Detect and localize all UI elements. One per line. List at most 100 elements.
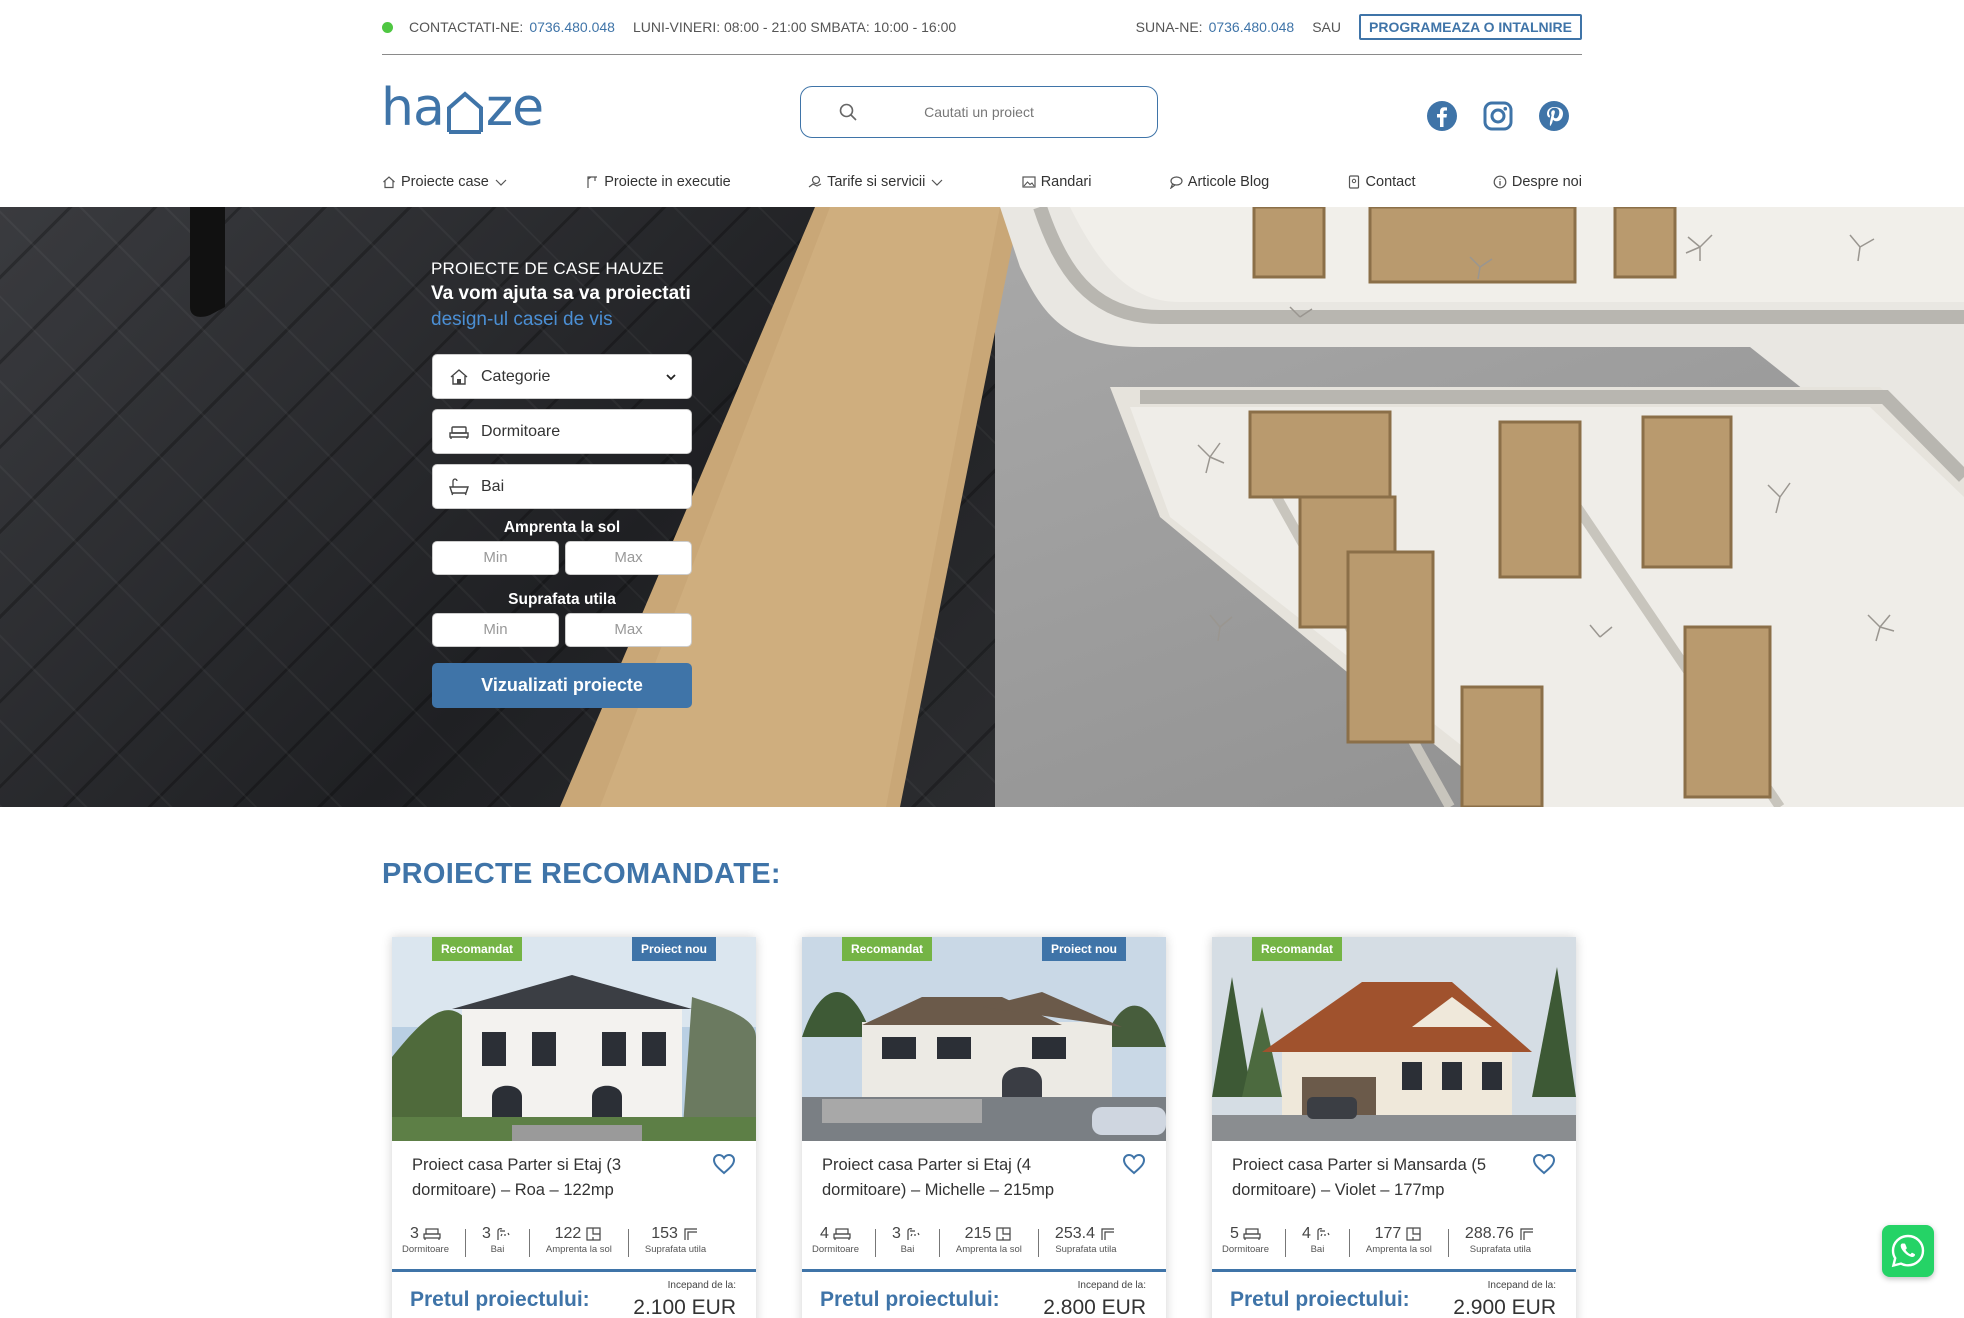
- usable-area-range: Min Max: [432, 613, 692, 647]
- project-title[interactable]: Proiect casa Parter si Etaj (4 dormitoar…: [802, 1141, 1166, 1219]
- pinterest-icon[interactable]: [1538, 100, 1570, 132]
- stat-baths: 3 Bai: [892, 1225, 923, 1255]
- stat-baths: 3 Bai: [482, 1225, 513, 1255]
- nav-item-proiecte-case[interactable]: Proiecte case: [382, 174, 508, 190]
- nav-item-randari[interactable]: Randari: [1022, 174, 1092, 190]
- project-title[interactable]: Proiect casa Parter si Etaj (3 dormitoar…: [392, 1141, 756, 1219]
- price-value: 2.900 EUR: [1453, 1296, 1556, 1318]
- project-stats: 5 Dormitoare 4 Bai 177 Amprenta la sol 2…: [1212, 1225, 1576, 1269]
- project-card[interactable]: Recomandat Proiect nou Proiect casa Part…: [802, 937, 1166, 1318]
- nav-item-contact[interactable]: Contact: [1347, 174, 1416, 190]
- from-label: Incepand de la:: [667, 1280, 736, 1291]
- nav-item-despre-noi[interactable]: Despre noi: [1493, 174, 1582, 190]
- category-select[interactable]: Categorie: [432, 354, 692, 399]
- top-bar: CONTACTATI-NE: 0736.480.048 LUNI-VINERI:…: [382, 0, 1582, 55]
- appointment-button[interactable]: PROGRAMEAZA O INTALNIRE: [1359, 14, 1582, 40]
- bathrooms-input[interactable]: Bai: [432, 464, 692, 509]
- footprint-unit: Amprenta la sol: [1365, 1244, 1432, 1255]
- project-image[interactable]: Recomandat Proiect nou: [802, 937, 1166, 1141]
- footprint-unit: Amprenta la sol: [955, 1244, 1022, 1255]
- bedrooms-value: 4: [820, 1225, 829, 1242]
- heart-icon[interactable]: [1532, 1153, 1556, 1175]
- bedrooms-input[interactable]: Dormitoare: [432, 409, 692, 454]
- home-icon: [383, 176, 395, 189]
- stat-usable: 288.76 Suprafata utila: [1465, 1225, 1536, 1255]
- contact-phone-link[interactable]: 0736.480.048: [529, 19, 615, 35]
- logo-house-icon: [445, 86, 485, 134]
- stat-divider: [875, 1229, 876, 1257]
- call-phone-link[interactable]: 0736.480.048: [1209, 19, 1295, 35]
- facebook-icon[interactable]: [1426, 100, 1458, 132]
- bedrooms-unit: Dormitoare: [812, 1244, 859, 1255]
- chevron-down-icon: [495, 179, 507, 186]
- recommended-cards: Recomandat Proiect nou Proiect casa Part…: [392, 937, 1576, 1318]
- hero-text: PROIECTE DE CASE HAUZE Va vom ajuta sa v…: [431, 259, 691, 331]
- bedrooms-unit: Dormitoare: [1222, 1244, 1269, 1255]
- hero-site-model-illustration: [190, 207, 1964, 807]
- bedrooms-value: 5: [1230, 1225, 1239, 1242]
- info-icon: [1493, 175, 1507, 189]
- recommended-heading: PROIECTE RECOMANDATE:: [382, 858, 781, 890]
- nav-item-tarife-si-servicii[interactable]: Tarife si servicii: [808, 174, 944, 190]
- contact-label: CONTACTATI-NE:: [409, 19, 524, 35]
- usable-value: 288.76: [1464, 1225, 1514, 1242]
- usable-min-input[interactable]: Min: [432, 613, 559, 647]
- view-projects-button[interactable]: Vizualizati proiecte: [432, 663, 692, 708]
- shower-icon: [497, 1228, 510, 1240]
- footprint-value: 177: [1374, 1225, 1402, 1242]
- project-card[interactable]: Recomandat Proiect casa Parter si Mansar…: [1212, 937, 1576, 1318]
- nav-label: Contact: [1365, 174, 1416, 190]
- hero-title: Va vom ajuta sa va proiectati: [431, 283, 691, 304]
- stat-divider: [465, 1229, 466, 1257]
- baths-unit: Bai: [490, 1244, 505, 1255]
- bed-icon: [833, 1228, 851, 1240]
- baths-value: 3: [892, 1225, 901, 1242]
- instagram-icon[interactable]: [1482, 100, 1514, 132]
- stat-usable: 153 Suprafata utila: [645, 1225, 706, 1255]
- stat-divider: [1447, 1229, 1449, 1257]
- call-info: SUNA-NE: 0736.480.048 SAU PROGRAMEAZA O …: [1136, 14, 1582, 40]
- floorplan-icon: [586, 1227, 601, 1241]
- or-label: SAU: [1312, 19, 1341, 35]
- project-title[interactable]: Proiect casa Parter si Mansarda (5 dormi…: [1212, 1141, 1576, 1219]
- heart-icon[interactable]: [712, 1153, 736, 1175]
- recommended-badge: Recomandat: [1252, 937, 1343, 961]
- project-image[interactable]: Recomandat: [1212, 937, 1576, 1141]
- stat-divider: [627, 1229, 629, 1257]
- bed-icon: [1243, 1228, 1261, 1240]
- price-row: Pretul proiectului: Incepand de la: 2.80…: [802, 1269, 1166, 1318]
- recommended-badge: Recomandat: [842, 937, 933, 961]
- project-image[interactable]: Recomandat Proiect nou: [392, 937, 756, 1141]
- stat-footprint: 122 Amprenta la sol: [546, 1225, 612, 1255]
- project-filter-form: Categorie Dormitoare Bai Amprenta la sol…: [432, 354, 692, 708]
- contact-info: CONTACTATI-NE: 0736.480.048 LUNI-VINERI:…: [382, 19, 956, 35]
- category-select-label: Categorie: [481, 367, 551, 385]
- baths-value: 3: [482, 1225, 491, 1242]
- heart-icon[interactable]: [1122, 1153, 1146, 1175]
- hero-subtitle: design-ul casei de vis: [431, 309, 613, 330]
- search-box[interactable]: Cautati un proiect: [800, 86, 1158, 138]
- nav-item-articole-blog[interactable]: Articole Blog: [1169, 174, 1269, 190]
- stat-footprint: 177 Amprenta la sol: [1366, 1225, 1432, 1255]
- new-project-badge: Proiect nou: [631, 937, 716, 961]
- area-corner-icon: [1101, 1228, 1114, 1240]
- nav-item-proiecte-in-executie[interactable]: Proiecte in executie: [585, 174, 731, 190]
- footprint-max-input[interactable]: Max: [565, 541, 692, 575]
- bedrooms-unit: Dormitoare: [402, 1244, 449, 1255]
- from-label: Incepand de la:: [1077, 1280, 1146, 1291]
- stat-divider: [528, 1229, 530, 1257]
- whatsapp-chat-button[interactable]: [1882, 1225, 1934, 1277]
- price-label: Pretul proiectului:: [820, 1288, 1000, 1311]
- nav-label: Randari: [1040, 174, 1092, 190]
- nav-label: Despre noi: [1511, 174, 1582, 190]
- usable-value: 253.4: [1054, 1225, 1095, 1242]
- chevron-down-icon: [666, 373, 676, 380]
- footprint-min-input[interactable]: Min: [432, 541, 559, 575]
- site-logo[interactable]: ha ze: [381, 82, 544, 134]
- baths-unit: Bai: [1310, 1244, 1325, 1255]
- project-card[interactable]: Recomandat Proiect nou Proiect casa Part…: [392, 937, 756, 1318]
- usable-unit: Suprafata utila: [644, 1244, 707, 1255]
- usable-max-input[interactable]: Max: [565, 613, 692, 647]
- house-icon: [450, 368, 468, 385]
- from-label: Incepand de la:: [1487, 1280, 1556, 1291]
